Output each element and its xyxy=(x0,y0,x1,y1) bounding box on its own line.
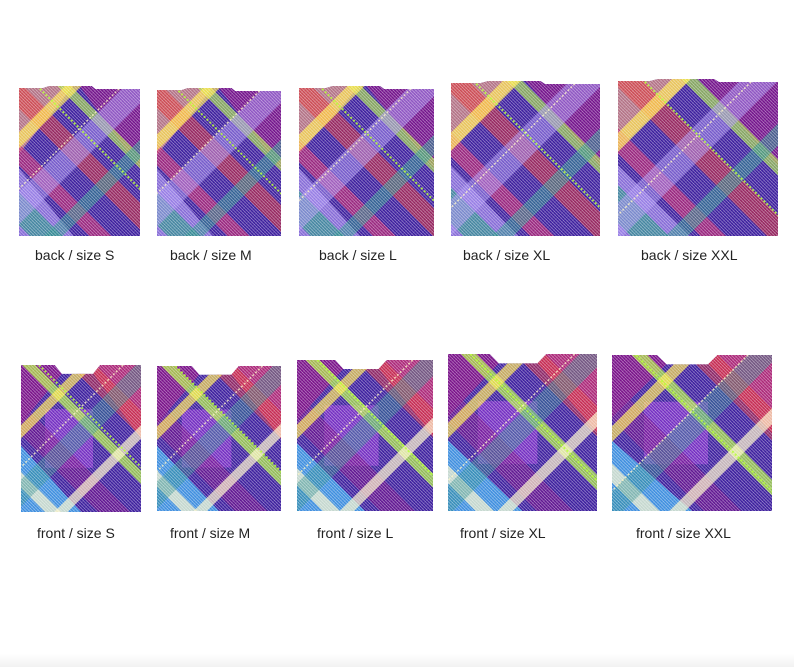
plaid-pattern xyxy=(157,366,281,511)
front-panel-l xyxy=(297,360,433,511)
plaid-pattern xyxy=(157,88,281,236)
front-panel-xl xyxy=(448,354,597,511)
plaid-pattern xyxy=(19,86,140,236)
plaid-pattern xyxy=(448,354,597,511)
plaid-pattern xyxy=(618,79,778,236)
plaid-pattern xyxy=(299,86,434,236)
back-panel-s xyxy=(19,86,140,236)
plaid-pattern xyxy=(612,355,772,511)
front-label-xxl: front / size XXL xyxy=(636,525,731,541)
back-panel-l xyxy=(299,86,434,236)
back-panel-xxl xyxy=(618,79,778,236)
plaid-pattern xyxy=(21,365,141,512)
plaid-pattern xyxy=(451,81,600,236)
back-label-m: back / size M xyxy=(170,247,252,263)
bottom-fade xyxy=(0,654,794,667)
front-label-s: front / size S xyxy=(37,525,115,541)
plaid-pattern xyxy=(297,360,433,511)
front-label-l: front / size L xyxy=(317,525,394,541)
back-label-xxl: back / size XXL xyxy=(641,247,738,263)
front-panel-s xyxy=(21,365,141,512)
back-label-l: back / size L xyxy=(319,247,397,263)
back-label-xl: back / size XL xyxy=(463,247,551,263)
front-label-xl: front / size XL xyxy=(460,525,546,541)
front-panel-xxl xyxy=(612,355,772,511)
back-panel-m xyxy=(157,88,281,236)
front-panel-m xyxy=(157,366,281,511)
back-label-s: back / size S xyxy=(35,247,115,263)
front-label-m: front / size M xyxy=(170,525,251,541)
back-panel-xl xyxy=(451,81,600,236)
